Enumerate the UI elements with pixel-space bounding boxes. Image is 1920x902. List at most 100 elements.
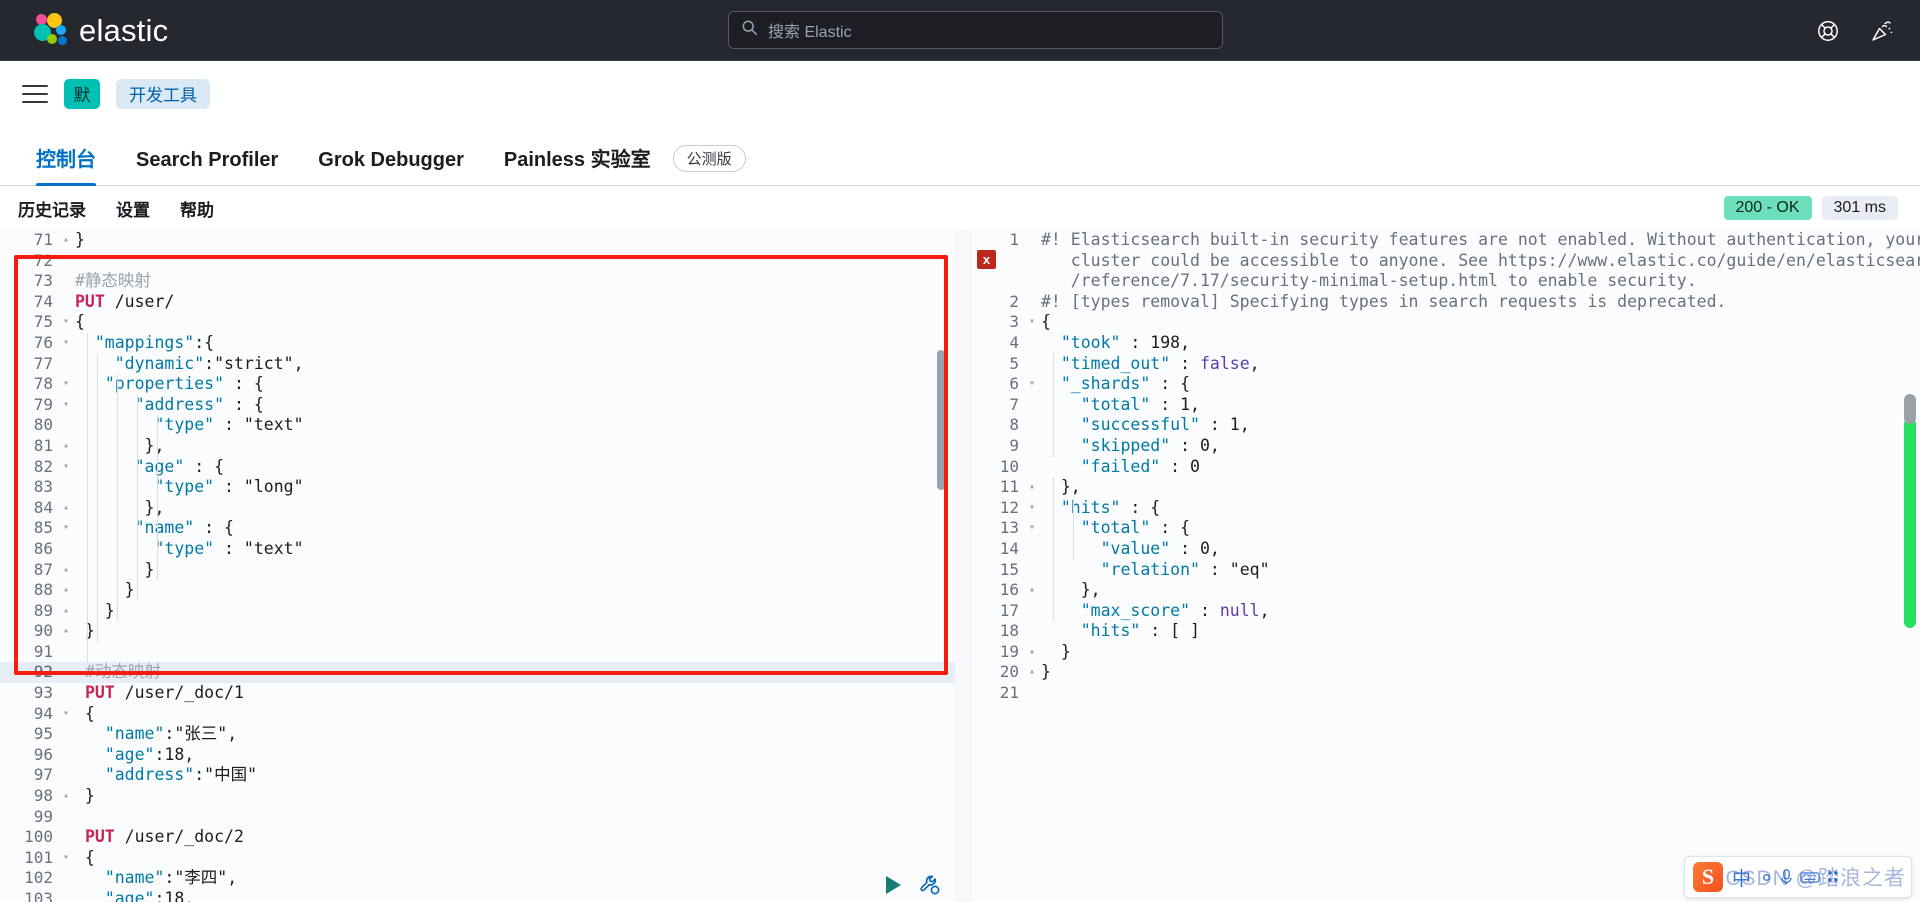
- fold-toggle-icon[interactable]: ▾: [62, 704, 75, 725]
- ime-language-mode[interactable]: 中: [1732, 864, 1751, 891]
- code-line: 78▾ "properties" : {: [0, 374, 955, 395]
- response-output[interactable]: 1#! Elasticsearch built-in security feat…: [972, 230, 1920, 902]
- line-number: 83: [0, 477, 62, 498]
- code-line: 6▾ "_shards" : {: [972, 374, 1920, 395]
- code-line-text: "successful" : 1,: [1041, 415, 1920, 436]
- code-line: 13▾ "total" : {: [972, 518, 1920, 539]
- page-vertical-scrollbar[interactable]: [1904, 418, 1916, 628]
- fold-toggle-icon[interactable]: ▴: [62, 786, 75, 807]
- submenu-settings[interactable]: 设置: [116, 196, 150, 221]
- code-line: 14 "value" : 0,: [972, 539, 1920, 560]
- hamburger-menu-icon[interactable]: [22, 84, 48, 104]
- fold-toggle-icon[interactable]: ▾: [62, 457, 75, 478]
- code-line: 2#! [types removal] Specifying types in …: [972, 292, 1920, 313]
- editor-line-list[interactable]: 71▴}7273#静态映射74PUT /user/75▾{76▾ "mappin…: [0, 230, 955, 902]
- sogou-logo-icon[interactable]: S: [1693, 862, 1723, 892]
- editor-vertical-scrollbar[interactable]: [937, 350, 945, 490]
- line-number: 95: [0, 724, 62, 745]
- tab-console[interactable]: 控制台: [16, 150, 116, 185]
- code-line-text: "age":18,: [75, 745, 955, 766]
- code-line-text: }: [75, 786, 955, 807]
- whats-new-party-icon[interactable]: [1870, 19, 1894, 43]
- fold-toggle-icon[interactable]: ▴: [1028, 662, 1041, 683]
- line-number: 4: [972, 333, 1028, 354]
- fold-toggle-icon[interactable]: ▾: [1028, 312, 1041, 333]
- code-line-text: "age" : {: [75, 457, 955, 478]
- breadcrumb-space-badge[interactable]: 默: [64, 79, 100, 109]
- send-request-play-icon[interactable]: [882, 874, 904, 901]
- code-line: 93 PUT /user/_doc/1: [0, 683, 955, 704]
- global-header: elastic 搜索 Elastic: [0, 0, 1920, 61]
- code-line: 73#静态映射: [0, 271, 955, 292]
- submenu-history[interactable]: 历史记录: [18, 196, 86, 221]
- sogou-ime-toolbar[interactable]: S 中: [1684, 856, 1912, 898]
- response-error-marker[interactable]: x: [977, 250, 996, 269]
- wrench-settings-icon[interactable]: [918, 873, 942, 902]
- code-line-text: },: [1041, 580, 1920, 601]
- fold-toggle-icon[interactable]: ▾: [1028, 374, 1041, 395]
- fold-toggle-icon[interactable]: ▴: [1028, 477, 1041, 498]
- tab-grok-debugger[interactable]: Grok Debugger: [298, 150, 484, 185]
- code-line-text: "hits" : [ ]: [1041, 621, 1920, 642]
- code-line-text: "properties" : {: [75, 374, 955, 395]
- code-line-text: "timed_out" : false,: [1041, 354, 1920, 375]
- fold-toggle-icon[interactable]: ▾: [62, 395, 75, 416]
- beta-badge[interactable]: 公测版: [673, 145, 746, 172]
- elastic-brand[interactable]: elastic: [32, 13, 168, 47]
- fold-toggle-icon[interactable]: ▴: [62, 621, 75, 642]
- fold-toggle-icon[interactable]: ▾: [62, 312, 75, 333]
- search-icon: [741, 19, 758, 41]
- code-line-text: "type" : "text": [75, 539, 955, 560]
- code-line-text: "mappings":{: [75, 333, 955, 354]
- fold-toggle-icon[interactable]: ▾: [1028, 498, 1041, 519]
- fold-toggle-icon[interactable]: ▾: [62, 518, 75, 539]
- code-line-text: "total" : 1,: [1041, 395, 1920, 416]
- code-line-text: "type" : "long": [75, 477, 955, 498]
- fold-toggle-icon[interactable]: ▾: [62, 848, 75, 869]
- line-number: 5: [972, 354, 1028, 375]
- code-line: 72: [0, 251, 955, 272]
- fold-toggle-icon[interactable]: ▴: [62, 230, 75, 251]
- code-line-text: /reference/7.17/security-minimal-setup.h…: [1041, 271, 1920, 292]
- line-number: 93: [0, 683, 62, 704]
- help-lifebuoy-icon[interactable]: [1816, 19, 1840, 43]
- fold-toggle-icon[interactable]: ▴: [1028, 642, 1041, 663]
- fold-toggle-icon[interactable]: ▴: [62, 436, 75, 457]
- output-line-list: 1#! Elasticsearch built-in security feat…: [972, 230, 1920, 704]
- code-line: 94▾ {: [0, 704, 955, 725]
- search-placeholder: 搜索 Elastic: [768, 18, 852, 42]
- code-line-text: "skipped" : 0,: [1041, 436, 1920, 457]
- breadcrumb-dev-tools[interactable]: 开发工具: [116, 79, 210, 109]
- fold-toggle-icon[interactable]: ▾: [62, 333, 75, 354]
- elastic-logo-icon: [32, 13, 66, 47]
- submenu-help[interactable]: 帮助: [180, 196, 214, 221]
- code-line-text: {: [75, 312, 955, 333]
- line-number: 18: [972, 621, 1028, 642]
- pane-divider[interactable]: [955, 230, 972, 902]
- line-number: 89: [0, 601, 62, 622]
- ime-extra-icons[interactable]: [1760, 868, 1839, 886]
- code-line: 86 "type" : "text": [0, 539, 955, 560]
- fold-toggle-icon[interactable]: ▴: [1028, 580, 1041, 601]
- fold-toggle-icon[interactable]: ▾: [62, 374, 75, 395]
- fold-toggle-icon[interactable]: ▴: [62, 498, 75, 519]
- tab-search-profiler[interactable]: Search Profiler: [116, 150, 298, 185]
- status-badge-time: 301 ms: [1822, 196, 1898, 220]
- code-line-text: "hits" : {: [1041, 498, 1920, 519]
- tab-painless-lab[interactable]: Painless 实验室: [484, 150, 671, 185]
- line-number: 87: [0, 560, 62, 581]
- code-line-text: }: [1041, 642, 1920, 663]
- code-line: 10 "failed" : 0: [972, 457, 1920, 478]
- global-search-input[interactable]: 搜索 Elastic: [728, 11, 1223, 49]
- fold-toggle-icon[interactable]: ▴: [62, 580, 75, 601]
- fold-toggle-icon[interactable]: ▾: [1028, 518, 1041, 539]
- code-line: 103 "age":18,: [0, 889, 955, 902]
- fold-toggle-icon[interactable]: ▴: [62, 560, 75, 581]
- code-line: 9 "skipped" : 0,: [972, 436, 1920, 457]
- code-line: 96 "age":18,: [0, 745, 955, 766]
- code-line-text: }: [1041, 662, 1920, 683]
- request-editor[interactable]: 71▴}7273#静态映射74PUT /user/75▾{76▾ "mappin…: [0, 230, 955, 902]
- code-line: 89▴ }: [0, 601, 955, 622]
- fold-toggle-icon[interactable]: ▴: [62, 601, 75, 622]
- code-line-text: PUT /user/_doc/2: [75, 827, 955, 848]
